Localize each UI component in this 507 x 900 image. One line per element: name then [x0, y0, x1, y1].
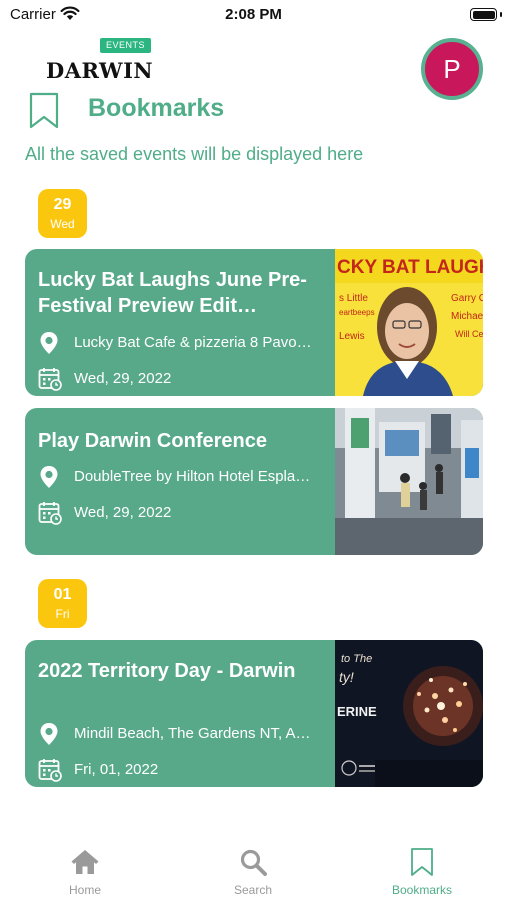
calendar-icon — [38, 502, 62, 525]
event-title: Lucky Bat Laughs June Pre-Festival Previ… — [38, 269, 307, 317]
location-pin-icon — [40, 332, 58, 354]
date-chip: 01 Fri — [38, 579, 87, 628]
logo-tag: EVENTS — [100, 38, 152, 53]
location-pin-icon — [40, 723, 58, 745]
date-chip-weekday: Fri — [55, 607, 70, 621]
svg-text:eartbeeps: eartbeeps — [339, 308, 375, 317]
date-chip-weekday: Wed — [50, 217, 75, 231]
event-card[interactable]: 2022 Territory Day - Darwin Mindil Beach… — [25, 640, 483, 787]
event-image-headline: CKY BAT LAUGH — [337, 257, 483, 278]
battery-icon — [470, 8, 497, 21]
tab-label: Search — [233, 883, 273, 897]
event-card[interactable]: Play Darwin Conference DoubleTree by Hil… — [25, 408, 483, 555]
svg-text:ty!: ty! — [339, 669, 354, 685]
calendar-icon — [38, 368, 62, 391]
status-time: 2:08 PM — [225, 6, 282, 23]
svg-text:Garry O': Garry O' — [451, 293, 483, 304]
event-title: Play Darwin Conference — [38, 430, 267, 452]
date-chip: 29 Wed — [38, 189, 87, 238]
event-date-row: Wed, 29, 2022 — [38, 367, 338, 391]
calendar-icon — [38, 759, 62, 782]
bookmark-icon — [29, 92, 59, 129]
event-date: Fri, 01, 2022 — [74, 761, 159, 778]
event-image: CKY BAT LAUGH s Little eartbeeps Lewis G… — [335, 249, 483, 396]
bookmark-icon — [411, 848, 433, 876]
tab-bookmarks[interactable]: Bookmarks — [362, 847, 482, 897]
svg-text:Will Ce: Will Ce — [455, 329, 483, 339]
svg-text:ERINE: ERINE — [337, 704, 377, 719]
event-date-row: Wed, 29, 2022 — [38, 501, 338, 525]
event-title: 2022 Territory Day - Darwin — [38, 660, 296, 682]
svg-text:Michael: Michael — [451, 311, 483, 322]
event-date-row: Fri, 01, 2022 — [38, 758, 338, 782]
event-date: Wed, 29, 2022 — [74, 370, 172, 387]
svg-text:s Little: s Little — [339, 293, 368, 304]
tab-home[interactable]: Home — [25, 847, 145, 897]
event-card[interactable]: Lucky Bat Laughs June Pre-Festival Previ… — [25, 249, 483, 396]
event-location-row: Lucky Bat Cafe & pizzeria 8 Pavo… — [38, 331, 338, 355]
tab-label: Home — [68, 883, 101, 897]
svg-text:to The: to The — [341, 653, 372, 665]
darwin-events-logo[interactable]: EVENTS DARWIN — [46, 38, 154, 83]
date-chip-day: 01 — [53, 586, 72, 603]
home-icon — [71, 850, 99, 874]
event-location-row: Mindil Beach, The Gardens NT, A… — [38, 722, 338, 746]
event-image: to The ty! ERINE — [335, 640, 483, 787]
tab-search[interactable]: Search — [193, 847, 313, 897]
logo-word: DARWIN — [46, 58, 154, 83]
search-icon — [240, 849, 267, 876]
event-location: Lucky Bat Cafe & pizzeria 8 Pavo… — [74, 334, 312, 351]
page-subtitle: All the saved events will be displayed h… — [25, 144, 364, 164]
event-location: Mindil Beach, The Gardens NT, A… — [74, 725, 311, 742]
event-date: Wed, 29, 2022 — [74, 504, 172, 521]
date-chip-day: 29 — [53, 196, 72, 213]
location-pin-icon — [40, 466, 58, 488]
profile-avatar[interactable]: P — [421, 38, 483, 100]
bottom-tab-bar: Home Search Bookmarks — [0, 835, 507, 900]
event-location: DoubleTree by Hilton Hotel Espla… — [74, 468, 311, 485]
page-title: Bookmarks — [88, 94, 225, 122]
svg-text:Lewis: Lewis — [339, 331, 365, 342]
event-image — [335, 408, 483, 555]
status-bar: Carrier 2:08 PM — [0, 0, 507, 30]
event-location-row: DoubleTree by Hilton Hotel Espla… — [38, 465, 338, 489]
tab-label: Bookmarks — [391, 883, 453, 897]
